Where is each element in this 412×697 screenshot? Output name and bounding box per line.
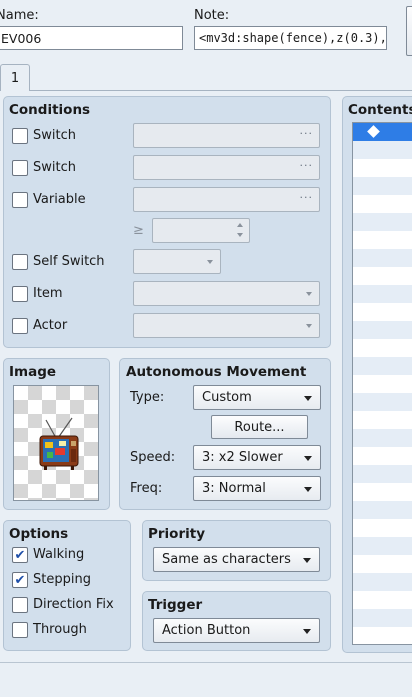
note-input[interactable]: <mv3d:shape(fence),z(0.3), (194, 26, 387, 50)
chevron-down-icon (306, 324, 312, 328)
switch2-label: Switch (33, 160, 76, 175)
tab-page-1[interactable]: 1 (0, 64, 30, 91)
through-checkbox[interactable] (12, 622, 28, 638)
switch1-checkbox[interactable] (12, 128, 28, 144)
note-label: Note: (194, 8, 230, 23)
switch2-select[interactable]: ··· (133, 155, 320, 180)
variable-value-stepper[interactable] (152, 218, 250, 243)
name-value: EV006 (1, 30, 42, 46)
autonomous-movement-title: Autonomous Movement (126, 364, 307, 380)
trigger-title: Trigger (148, 597, 203, 613)
list-item-selected[interactable] (353, 123, 412, 141)
actor-select[interactable] (133, 313, 320, 338)
variable-label: Variable (33, 192, 86, 207)
variable-select[interactable]: ··· (133, 187, 320, 212)
switch1-select[interactable]: ··· (133, 123, 320, 148)
type-value: Custom (202, 390, 252, 405)
stepper-up-icon[interactable] (237, 223, 243, 227)
trigger-value: Action Button (162, 623, 251, 638)
speed-value: 3: x2 Slower (202, 450, 283, 465)
freq-label: Freq: (130, 481, 163, 496)
item-select[interactable] (133, 281, 320, 306)
trigger-select[interactable]: Action Button (153, 618, 320, 643)
direction-fix-checkbox[interactable] (12, 597, 28, 613)
image-title: Image (9, 364, 57, 380)
walking-checkbox[interactable]: ✔ (12, 547, 28, 563)
route-button[interactable]: Route... (211, 415, 308, 439)
name-label: Name: (0, 8, 39, 23)
direction-fix-label: Direction Fix (33, 597, 114, 612)
item-label: Item (33, 286, 63, 301)
variable-checkbox[interactable] (12, 192, 28, 208)
chevron-down-icon (304, 396, 312, 401)
speed-label: Speed: (130, 450, 176, 465)
self-switch-checkbox[interactable] (12, 254, 28, 270)
switch2-checkbox[interactable] (12, 160, 28, 176)
name-input[interactable]: EV006 (0, 26, 183, 50)
freq-value: 3: Normal (202, 481, 266, 496)
note-value: <mv3d:shape(fence),z(0.3), (199, 31, 387, 45)
actor-label: Actor (33, 318, 68, 333)
actor-checkbox[interactable] (12, 318, 28, 334)
priority-select[interactable]: Same as characters (153, 547, 320, 572)
conditions-title: Conditions (9, 102, 91, 118)
image-preview[interactable] (13, 385, 99, 501)
stepping-label: Stepping (33, 572, 91, 587)
walking-label: Walking (33, 547, 85, 562)
contents-list[interactable] (352, 122, 412, 645)
gte-symbol: ≥ (133, 223, 144, 238)
diamond-icon (367, 125, 380, 138)
tv-sprite-icon (39, 417, 79, 470)
route-button-label: Route... (234, 419, 285, 435)
chevron-down-icon (303, 558, 311, 563)
stepping-checkbox[interactable]: ✔ (12, 572, 28, 588)
type-label: Type: (130, 390, 165, 405)
speed-select[interactable]: 3: x2 Slower (193, 445, 321, 470)
ellipsis-icon: ··· (299, 159, 313, 172)
priority-value: Same as characters (162, 552, 291, 567)
contents-title: Contents (348, 102, 412, 118)
self-switch-label: Self Switch (33, 254, 105, 269)
chevron-down-icon (306, 292, 312, 296)
type-select[interactable]: Custom (193, 385, 321, 410)
switch1-label: Switch (33, 128, 76, 143)
tab-label: 1 (10, 70, 20, 86)
chevron-down-icon (304, 487, 312, 492)
self-switch-select[interactable] (133, 249, 221, 274)
chevron-down-icon (303, 629, 311, 634)
through-label: Through (33, 622, 87, 637)
stepper-down-icon[interactable] (237, 233, 243, 237)
freq-select[interactable]: 3: Normal (193, 476, 321, 501)
ellipsis-icon: ··· (299, 127, 313, 140)
chevron-down-icon (207, 260, 213, 264)
ellipsis-icon: ··· (299, 191, 313, 204)
options-title: Options (9, 526, 69, 542)
chevron-down-icon (304, 456, 312, 461)
item-checkbox[interactable] (12, 286, 28, 302)
priority-title: Priority (148, 526, 205, 542)
edge-button[interactable] (406, 6, 412, 56)
